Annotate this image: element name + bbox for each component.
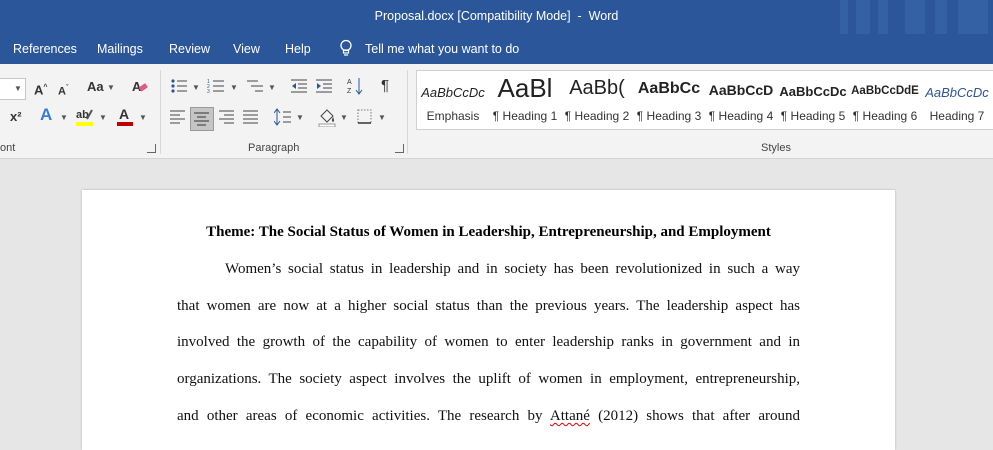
group-label-font: ont <box>0 142 16 154</box>
title-separator: - <box>570 9 589 23</box>
chevron-down-icon: ▼ <box>268 83 276 92</box>
style-label: ¶ Heading 3 <box>636 109 702 123</box>
style-heading-4[interactable]: AaBbCcD ¶ Heading 4 <box>705 71 777 129</box>
style-heading-5[interactable]: AaBbCcDc ¶ Heading 5 <box>777 71 849 129</box>
justify-icon[interactable] <box>243 110 259 124</box>
app-name: Word <box>588 9 619 23</box>
svg-text:Z: Z <box>347 88 352 95</box>
align-right-icon[interactable] <box>219 110 235 124</box>
chevron-down-icon: ▼ <box>14 84 22 93</box>
style-preview: AaBbCcDc <box>925 85 989 100</box>
tab-help[interactable]: Help <box>285 42 311 56</box>
style-label: Heading 7 <box>929 109 985 123</box>
tab-view[interactable]: View <box>233 42 260 56</box>
document-canvas[interactable]: Theme: The Social Status of Women in Lea… <box>0 159 993 450</box>
style-emphasis[interactable]: AaBbCcDc Emphasis <box>417 71 489 129</box>
style-label: Emphasis <box>426 109 480 123</box>
chevron-down-icon: ▼ <box>60 113 68 122</box>
shading-icon[interactable] <box>318 107 336 127</box>
chevron-down-icon: ▼ <box>99 113 107 122</box>
font-dialog-launcher[interactable] <box>147 144 156 153</box>
svg-text:A: A <box>347 79 352 86</box>
style-preview: AaBl <box>497 73 553 103</box>
align-left-icon[interactable] <box>170 110 186 124</box>
style-heading-6[interactable]: AaBbCcDdE ¶ Heading 6 <box>849 71 921 129</box>
chevron-down-icon: ▼ <box>378 113 386 122</box>
show-formatting-marks-icon[interactable]: ¶ <box>381 78 389 94</box>
lightbulb-icon[interactable] <box>339 39 353 57</box>
clear-formatting-icon[interactable]: A <box>131 77 149 95</box>
align-center-button[interactable] <box>190 107 214 131</box>
font-color-icon[interactable]: A <box>115 106 135 128</box>
chevron-down-icon: ▼ <box>340 113 348 122</box>
paragraph-dialog-launcher[interactable] <box>395 144 404 153</box>
document-page[interactable]: Theme: The Social Status of Women in Lea… <box>82 190 895 450</box>
bullets-icon[interactable] <box>170 77 188 95</box>
svg-text:3: 3 <box>207 89 210 95</box>
chevron-down-icon: ▼ <box>296 113 304 122</box>
body-text-line: that women are now at a higher social st… <box>177 298 800 314</box>
style-preview: AaBbCcD <box>708 82 774 98</box>
style-label: ¶ Heading 1 <box>492 109 558 123</box>
line-spacing-icon[interactable] <box>274 108 292 126</box>
svg-text:ab: ab <box>76 109 89 121</box>
ribbon-tab-bar: References Mailings Review View Help Tel… <box>0 34 993 64</box>
decrease-indent-icon[interactable] <box>290 77 308 95</box>
group-label-paragraph: Paragraph <box>248 142 300 154</box>
body-text-line: organizations. The society aspect involv… <box>177 371 800 387</box>
group-divider <box>160 70 161 154</box>
style-heading-1[interactable]: AaBl ¶ Heading 1 <box>489 71 561 129</box>
group-divider <box>407 70 408 154</box>
style-preview: AaBbCcDc <box>421 85 485 100</box>
chevron-down-icon: ▼ <box>230 83 238 92</box>
shrink-font-icon[interactable]: Aˇ <box>58 81 68 100</box>
chevron-down-icon: ▼ <box>192 83 200 92</box>
styles-gallery: AaBbCcDc Emphasis AaBl ¶ Heading 1 AaBb(… <box>416 70 993 130</box>
multilevel-list-icon[interactable] <box>246 77 264 95</box>
body-text-segment: and other areas of economic activities. … <box>177 408 543 424</box>
tell-me-search[interactable]: Tell me what you want to do <box>365 42 519 56</box>
tab-review[interactable]: Review <box>169 42 210 56</box>
document-name: Proposal.docx [Compatibility Mode] <box>374 9 571 23</box>
window-title: Proposal.docx [Compatibility Mode] - Wor… <box>0 9 993 23</box>
tab-references[interactable]: References <box>13 42 77 56</box>
citation-author: Attané <box>549 408 590 424</box>
style-preview: AaBbCcDc <box>779 84 847 99</box>
text-effects-icon[interactable]: A <box>40 106 52 123</box>
increase-indent-icon[interactable] <box>315 77 333 95</box>
group-label-styles: Styles <box>761 142 791 154</box>
change-case-icon[interactable]: Aa <box>87 79 104 95</box>
style-heading-7[interactable]: AaBbCcDc Heading 7 <box>921 71 993 129</box>
body-text-line: involved the growth of the capability of… <box>177 334 800 350</box>
highlight-color-icon[interactable]: ab <box>75 106 95 128</box>
title-bar: Proposal.docx [Compatibility Mode] - Wor… <box>0 0 993 34</box>
style-label: ¶ Heading 6 <box>852 109 918 123</box>
style-preview: AaBb( <box>569 77 625 99</box>
style-preview: AaBbCc <box>637 80 701 97</box>
superscript-icon[interactable]: x² <box>10 109 22 125</box>
chevron-down-icon: ▼ <box>139 113 147 122</box>
font-size-box[interactable]: ▼ <box>0 78 26 100</box>
style-heading-3[interactable]: AaBbCc ¶ Heading 3 <box>633 71 705 129</box>
body-text-line: and other areas of economic activities. … <box>177 408 800 425</box>
style-preview: AaBbCcDdE <box>851 85 919 97</box>
numbering-icon[interactable]: 123 <box>207 77 225 95</box>
style-label: ¶ Heading 2 <box>564 109 630 123</box>
body-text-segment: (2012) shows that after around <box>598 408 800 424</box>
svg-text:A: A <box>119 106 129 122</box>
chevron-down-icon: ▼ <box>107 83 115 92</box>
grow-font-icon[interactable]: A^ <box>34 80 47 98</box>
style-label: ¶ Heading 5 <box>780 109 846 123</box>
align-center-icon <box>194 112 209 126</box>
sort-icon[interactable]: AZ <box>347 76 363 96</box>
tab-mailings[interactable]: Mailings <box>97 42 143 56</box>
document-heading: Theme: The Social Status of Women in Lea… <box>206 224 771 240</box>
style-heading-2[interactable]: AaBb( ¶ Heading 2 <box>561 71 633 129</box>
borders-icon[interactable] <box>357 109 372 124</box>
style-label: ¶ Heading 4 <box>708 109 774 123</box>
body-text-line: Women’s social status in leadership and … <box>225 261 800 277</box>
ribbon: ▼ A^ Aˇ Aa ▼ A x² A ▼ ab ▼ A ▼ ont ▼ 123… <box>0 64 993 159</box>
